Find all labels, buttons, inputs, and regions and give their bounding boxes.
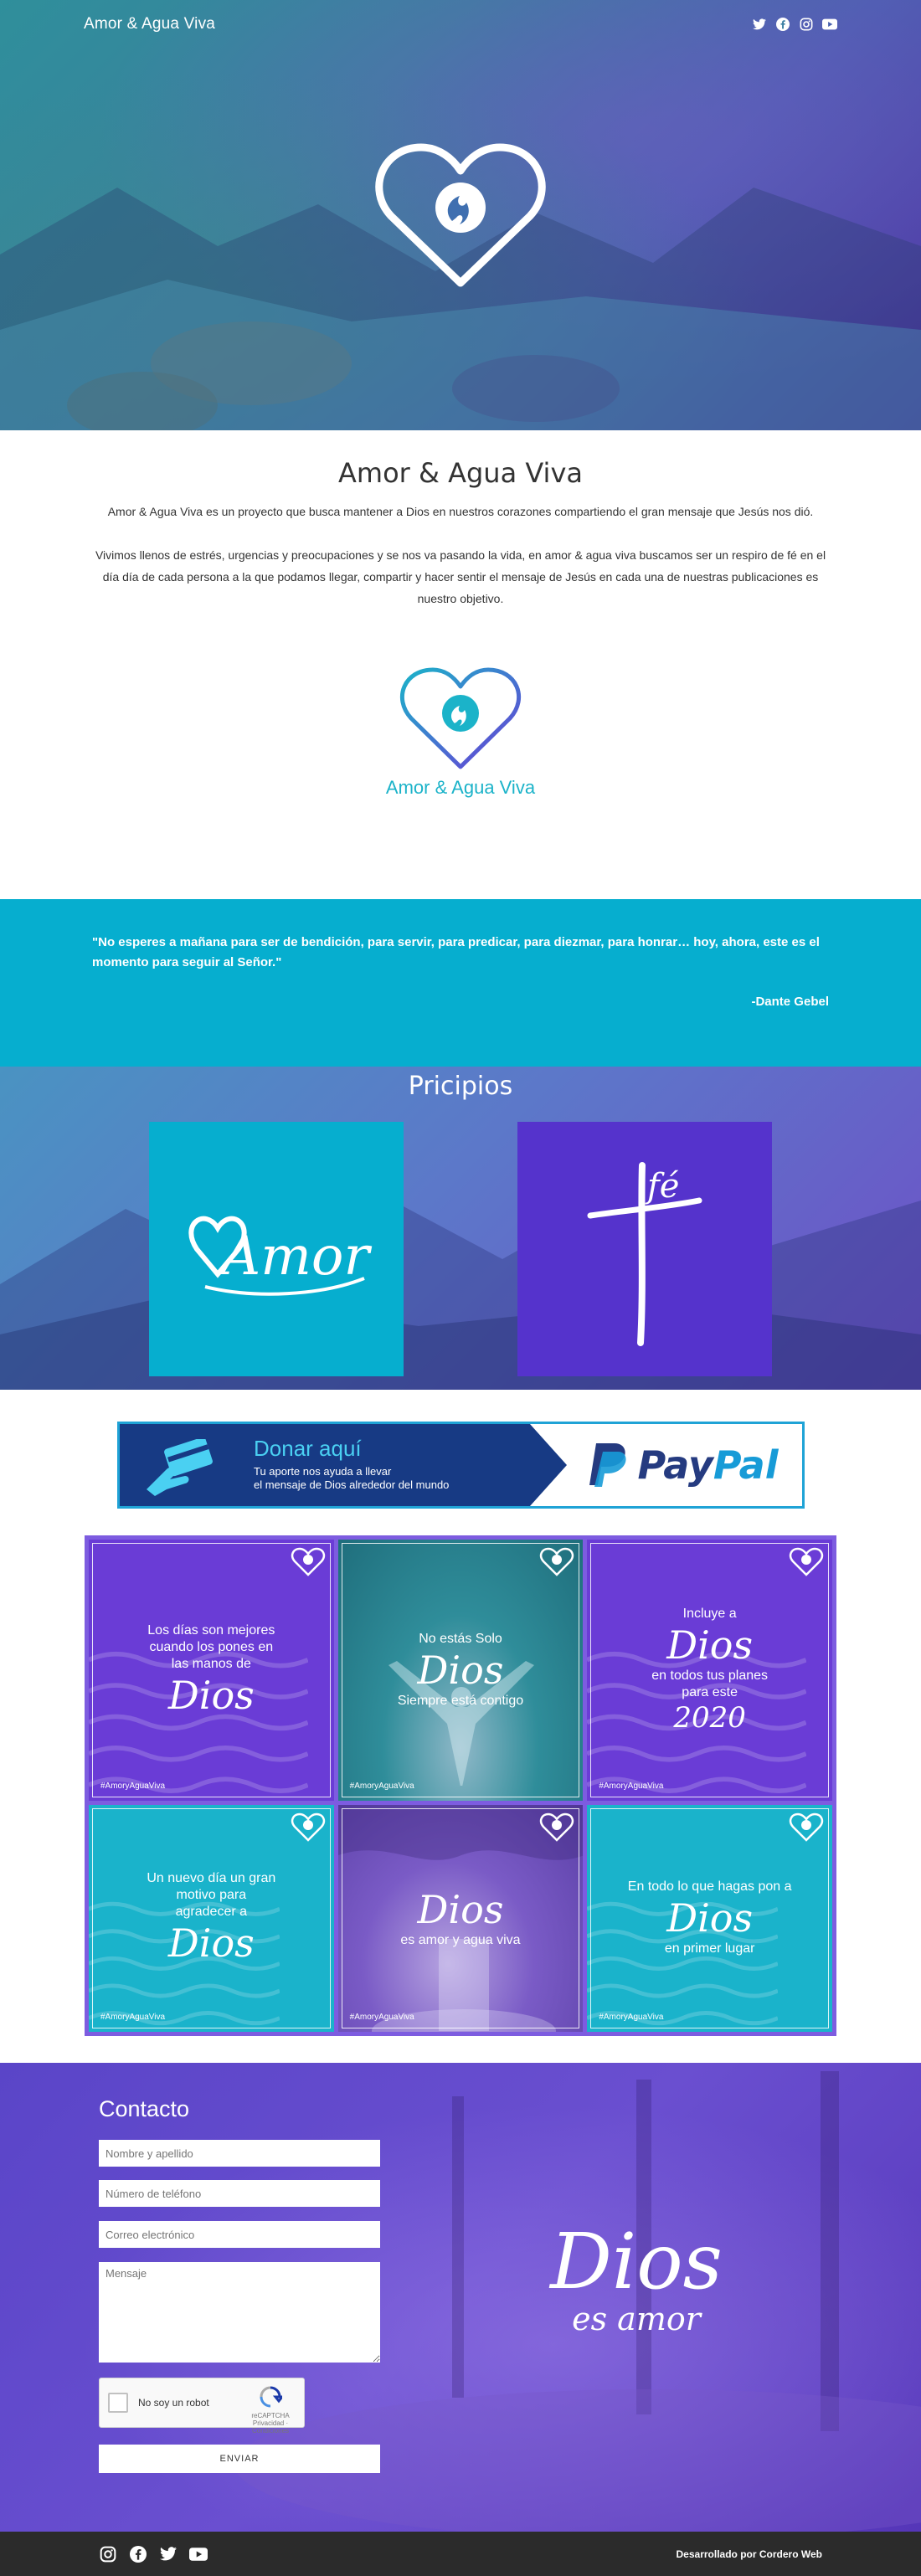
social-links	[752, 17, 837, 32]
credit-card-hand-icon	[147, 1439, 213, 1496]
heart-dove-icon	[291, 1812, 325, 1842]
donate-section: Donar aquí Tu aporte nos ayuda a llevar …	[0, 1390, 921, 1535]
message-field[interactable]	[99, 2262, 380, 2363]
gallery-tile[interactable]: Dios es amor y agua viva #AmoryAguaViva	[337, 1804, 584, 2032]
heart-dove-icon	[789, 1812, 824, 1842]
post-gallery: Los días son mejores cuando los pones en…	[85, 1535, 836, 2036]
developer-credit[interactable]: Desarrollado por Cordero Web	[677, 2548, 822, 2560]
recaptcha-widget: No soy un robot reCAPTCHA Privacidad · C…	[99, 2378, 305, 2435]
tile-top-text: No estás Solo	[419, 1631, 502, 1646]
tile-hashtag: #AmoryAguaViva	[100, 1781, 166, 1791]
footer-social-links	[99, 2545, 208, 2563]
quote-author: -Dante Gebel	[751, 995, 829, 1009]
recaptcha-label: No soy un robot	[138, 2397, 209, 2409]
paypal-logo-text: PayPal	[638, 1442, 779, 1488]
heart-dove-icon	[540, 1812, 574, 1842]
twitter-icon[interactable]	[752, 17, 767, 32]
tile-year-text: 2020	[673, 1700, 746, 1735]
send-button[interactable]: ENVIAR	[99, 2445, 380, 2473]
tile-script-text: Dios	[417, 1647, 504, 1693]
recaptcha-branding: reCAPTCHA Privacidad · Condiciones	[244, 2385, 297, 2435]
heart-dove-icon	[540, 1547, 574, 1576]
instagram-icon[interactable]	[799, 17, 814, 32]
top-navbar: Amor & Agua Viva	[0, 0, 921, 49]
intro-paragraph-2: Vivimos llenos de estrés, urgencias y pr…	[95, 548, 826, 605]
intro-paragraph-1: Amor & Agua Viva es un proyecto que busc…	[107, 505, 814, 518]
donate-banner-left: Donar aquí Tu aporte nos ayuda a llevar …	[120, 1424, 567, 1506]
brand-name[interactable]: Amor & Agua Viva	[84, 15, 215, 33]
paypal-pal-text: Pal	[713, 1442, 779, 1488]
gallery-tile[interactable]: Incluye a Dios en todos tus planes para …	[587, 1540, 832, 1801]
recaptcha-links[interactable]: Privacidad · Condiciones	[244, 2419, 297, 2435]
gallery-tile[interactable]: Un nuevo día un gran motivo para agradec…	[89, 1804, 334, 2032]
tile-hashtag: #AmoryAguaViva	[599, 2013, 664, 2022]
footer: Desarrollado por Cordero Web	[0, 2532, 921, 2576]
tile-bottom-text: es amor y agua viva	[400, 1933, 521, 1948]
quote-section: "No esperes a mañana para ser de bendici…	[0, 899, 921, 1067]
twitter-icon[interactable]	[159, 2545, 178, 2563]
tile-top-text: En todo lo que hagas pon a	[627, 1879, 792, 1895]
donate-line-1: Tu aporte nos ayuda a llevar	[254, 1465, 392, 1478]
principle-card-amor: Amor	[149, 1122, 404, 1376]
heart-dove-icon	[789, 1547, 824, 1576]
mountains-background-image	[0, 1184, 921, 1390]
heart-dove-logo-icon	[400, 667, 521, 769]
brand-logo-text: Amor & Agua Viva	[385, 777, 536, 798]
quote-text: "No esperes a mañana para ser de bendici…	[92, 935, 820, 969]
gallery-tile[interactable]: En todo lo que hagas pon a Dios en prime…	[587, 1804, 832, 2032]
phone-field[interactable]	[99, 2180, 380, 2207]
tile-script-text: Dios	[417, 1887, 504, 1933]
intro-section: Amor & Agua Viva Amor & Agua Viva es un …	[0, 430, 921, 899]
paypal-p-icon	[589, 1443, 626, 1487]
heart-dove-icon	[291, 1547, 325, 1576]
tile-bottom-text: en primer lugar	[664, 1941, 755, 1956]
tile-top-text: Los días son mejores cuando los pones en…	[147, 1622, 275, 1671]
contact-title: Contacto	[99, 2096, 190, 2121]
tile-hashtag: #AmoryAguaViva	[349, 1781, 414, 1791]
donate-banner-right: PayPal	[530, 1424, 802, 1506]
dios-es-amor-lettering: Dios es amor	[502, 2217, 770, 2337]
tile-script-text: Dios	[666, 1895, 754, 1941]
amor-lettering-text: Amor	[218, 1226, 372, 1288]
instagram-icon[interactable]	[99, 2545, 117, 2563]
fe-lettering-text: fé	[645, 1167, 679, 1206]
hero-section: Amor & Agua Viva	[0, 0, 921, 430]
recaptcha-icon	[260, 2386, 286, 2408]
tile-top-text: Un nuevo día un gran motivo para agradec…	[147, 1871, 276, 1920]
tile-hashtag: #AmoryAguaViva	[599, 1781, 664, 1791]
recaptcha-checkbox[interactable]	[108, 2393, 128, 2413]
donate-title: Donar aquí	[254, 1436, 362, 1461]
facebook-icon[interactable]	[129, 2545, 147, 2563]
contact-section: Contacto No soy un robot reCAPTCHA Priva…	[0, 2063, 921, 2532]
brand-logo: Amor & Agua Viva	[373, 665, 548, 807]
tile-script-text: Dios	[167, 1672, 255, 1718]
tile-hashtag: #AmoryAguaViva	[349, 2013, 414, 2022]
cross-fe-image: fé	[587, 1162, 702, 1346]
gallery-tile[interactable]: Los días son mejores cuando los pones en…	[89, 1540, 334, 1801]
donate-line-2: el mensaje de Dios alrededor del mundo	[254, 1478, 450, 1491]
tile-bottom-text: Siempre está contigo	[397, 1693, 524, 1708]
tile-script-text: Dios	[666, 1622, 754, 1668]
intro-title: Amor & Agua Viva	[338, 457, 583, 489]
tile-hashtag: #AmoryAguaViva	[100, 2013, 166, 2022]
donate-paypal-banner[interactable]: Donar aquí Tu aporte nos ayuda a llevar …	[117, 1422, 805, 1509]
tile-bottom-text: en todos tus planes para este	[651, 1668, 769, 1699]
principles-title: Pricipios	[408, 1072, 513, 1101]
recaptcha-brand-text: reCAPTCHA	[251, 2412, 290, 2419]
name-field[interactable]	[99, 2140, 380, 2167]
tile-script-text: Dios	[167, 1920, 255, 1967]
youtube-icon[interactable]	[189, 2545, 208, 2563]
es-amor-script-text: es amor	[572, 2301, 701, 2337]
tile-top-text: Incluye a	[682, 1606, 737, 1621]
facebook-icon[interactable]	[775, 17, 790, 32]
paypal-pay-text: Pay	[637, 1442, 713, 1488]
principles-section: Pricipios Amor fé	[0, 1067, 921, 1390]
principle-card-fe: fé	[517, 1122, 772, 1376]
amor-lettering-image: Amor	[188, 1216, 372, 1296]
hero-heart-logo	[375, 143, 546, 287]
gallery-tile[interactable]: No estás Solo Dios Siempre está contigo …	[337, 1540, 584, 1801]
youtube-icon[interactable]	[822, 17, 837, 32]
email-field[interactable]	[99, 2221, 380, 2248]
dios-script-text: Dios	[550, 2217, 723, 2306]
